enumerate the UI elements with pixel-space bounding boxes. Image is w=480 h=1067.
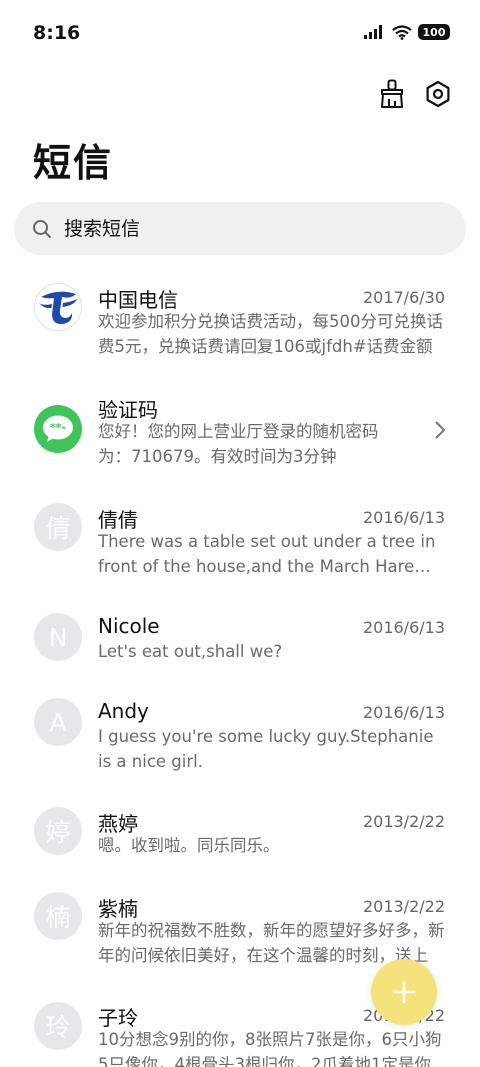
message-date: 2016/6/13	[362, 703, 445, 722]
message-item[interactable]: 倩 倩倩 2016/6/13 There was a table set out…	[0, 490, 480, 600]
message-preview: 嗯。收到啦。同乐同乐。	[98, 836, 280, 855]
message-date: 2016/6/13	[362, 618, 445, 637]
message-preview: 欢迎参加积分兑换话费活动，每500分可兑换话费5元，兑换话费请回复106或jfd…	[98, 312, 443, 356]
message-date: 2013/2/22	[362, 897, 445, 916]
search-icon	[32, 219, 52, 239]
avatar-initial: A	[49, 707, 67, 737]
contact-avatar: A	[34, 698, 82, 746]
status-time: 8:16	[33, 22, 81, 44]
plus-icon	[392, 980, 416, 1004]
clean-button[interactable]	[378, 78, 406, 110]
message-preview: There was a table set out under a tree i…	[98, 532, 436, 576]
china-telecom-logo-icon	[39, 291, 77, 325]
message-preview: Let's eat out,shall we?	[98, 642, 283, 661]
page-title: 短信	[33, 141, 114, 185]
broom-icon	[381, 79, 403, 108]
contact-avatar: 玲	[34, 1002, 82, 1050]
search-bar[interactable]	[14, 202, 466, 255]
header-actions	[378, 78, 452, 110]
avatar-initial: 婷	[45, 818, 71, 847]
signal-icon	[364, 25, 382, 39]
battery-level: 100	[422, 25, 446, 39]
contact-avatar: N	[34, 613, 82, 661]
status-icons: 100	[364, 24, 450, 40]
contact-name: Nicole	[98, 614, 160, 638]
search-input[interactable]	[62, 216, 426, 241]
avatar-initial: 楠	[45, 903, 71, 932]
settings-button[interactable]	[424, 78, 452, 110]
new-message-button[interactable]	[371, 959, 437, 1025]
message-item[interactable]: **- 验证码 您好！您的网上营业厅登录的随机密码为：710679。有效时间为3…	[0, 380, 480, 490]
message-date: 2013/2/22	[362, 812, 445, 831]
message-preview: 您好！您的网上营业厅登录的随机密码为：710679。有效时间为3分钟	[98, 422, 379, 466]
message-item[interactable]: N Nicole 2016/6/13 Let's eat out,shall w…	[0, 600, 480, 685]
message-item[interactable]: A Andy 2016/6/13 I guess you're some luc…	[0, 685, 480, 795]
contact-avatar: **-	[34, 405, 82, 453]
avatar-initial: N	[48, 622, 68, 652]
message-item[interactable]: 婷 燕婷 2013/2/22 嗯。收到啦。同乐同乐。	[0, 795, 480, 880]
battery-icon: 100	[418, 24, 450, 40]
contact-avatar	[34, 283, 82, 331]
contact-avatar: 楠	[34, 892, 82, 940]
message-date: 2017/6/30	[362, 288, 445, 307]
status-bar: 8:16 100	[0, 0, 480, 68]
avatar-initial: 玲	[45, 1013, 71, 1042]
chevron-right-icon	[435, 421, 446, 439]
wifi-icon	[392, 24, 412, 40]
message-preview: 10分想念9别的你，8张照片7张是你，6只小狗5只像你，4根骨头3根归你，2爪着…	[98, 1030, 442, 1067]
contact-name: Andy	[98, 699, 149, 723]
message-date: 2016/6/13	[362, 508, 445, 527]
message-preview: I guess you're some lucky guy.Stephanie …	[98, 727, 434, 771]
settings-icon	[426, 80, 450, 108]
contact-avatar: 婷	[34, 807, 82, 855]
avatar-initial: 倩	[45, 514, 71, 543]
message-item[interactable]: 中国电信 2017/6/30 欢迎参加积分兑换话费活动，每500分可兑换话费5元…	[0, 270, 480, 380]
avatar-text: **-	[49, 420, 67, 434]
contact-avatar: 倩	[34, 503, 82, 551]
